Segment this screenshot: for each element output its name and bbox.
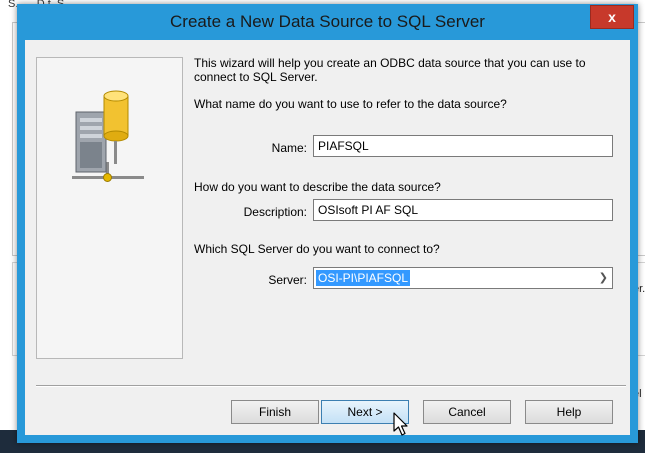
database-server-icon	[72, 90, 144, 182]
cancel-button[interactable]: Cancel	[423, 400, 511, 424]
name-label: Name:	[271, 141, 307, 155]
help-button[interactable]: Help	[525, 400, 613, 424]
close-icon: x	[608, 9, 616, 25]
wizard-image-panel	[36, 57, 183, 359]
server-combobox[interactable]: OSI-PI\PIAFSQL ❯	[313, 267, 613, 289]
chevron-down-icon[interactable]: ❯	[599, 268, 608, 288]
name-field[interactable]: PIAFSQL	[313, 135, 613, 157]
wizard-intro-text: This wizard will help you create an ODBC…	[194, 56, 586, 84]
mouse-pointer-icon	[393, 412, 408, 436]
dialog-title: Create a New Data Source to SQL Server	[170, 12, 485, 31]
description-field[interactable]: OSIsoft PI AF SQL	[313, 199, 613, 221]
description-label: Description:	[243, 205, 307, 219]
odbc-wizard-dialog: Create a New Data Source to SQL Server x	[17, 4, 638, 443]
server-label: Server:	[268, 273, 307, 287]
finish-button[interactable]: Finish	[231, 400, 319, 424]
server-question: Which SQL Server do you want to connect …	[194, 242, 440, 256]
close-button[interactable]: x	[590, 5, 634, 29]
dialog-client-area: This wizard will help you create an ODBC…	[25, 40, 630, 436]
server-value: OSI-PI\PIAFSQL	[316, 270, 411, 286]
separator	[36, 385, 626, 387]
description-question: How do you want to describe the data sou…	[194, 180, 441, 194]
name-question: What name do you want to use to refer to…	[194, 97, 507, 111]
